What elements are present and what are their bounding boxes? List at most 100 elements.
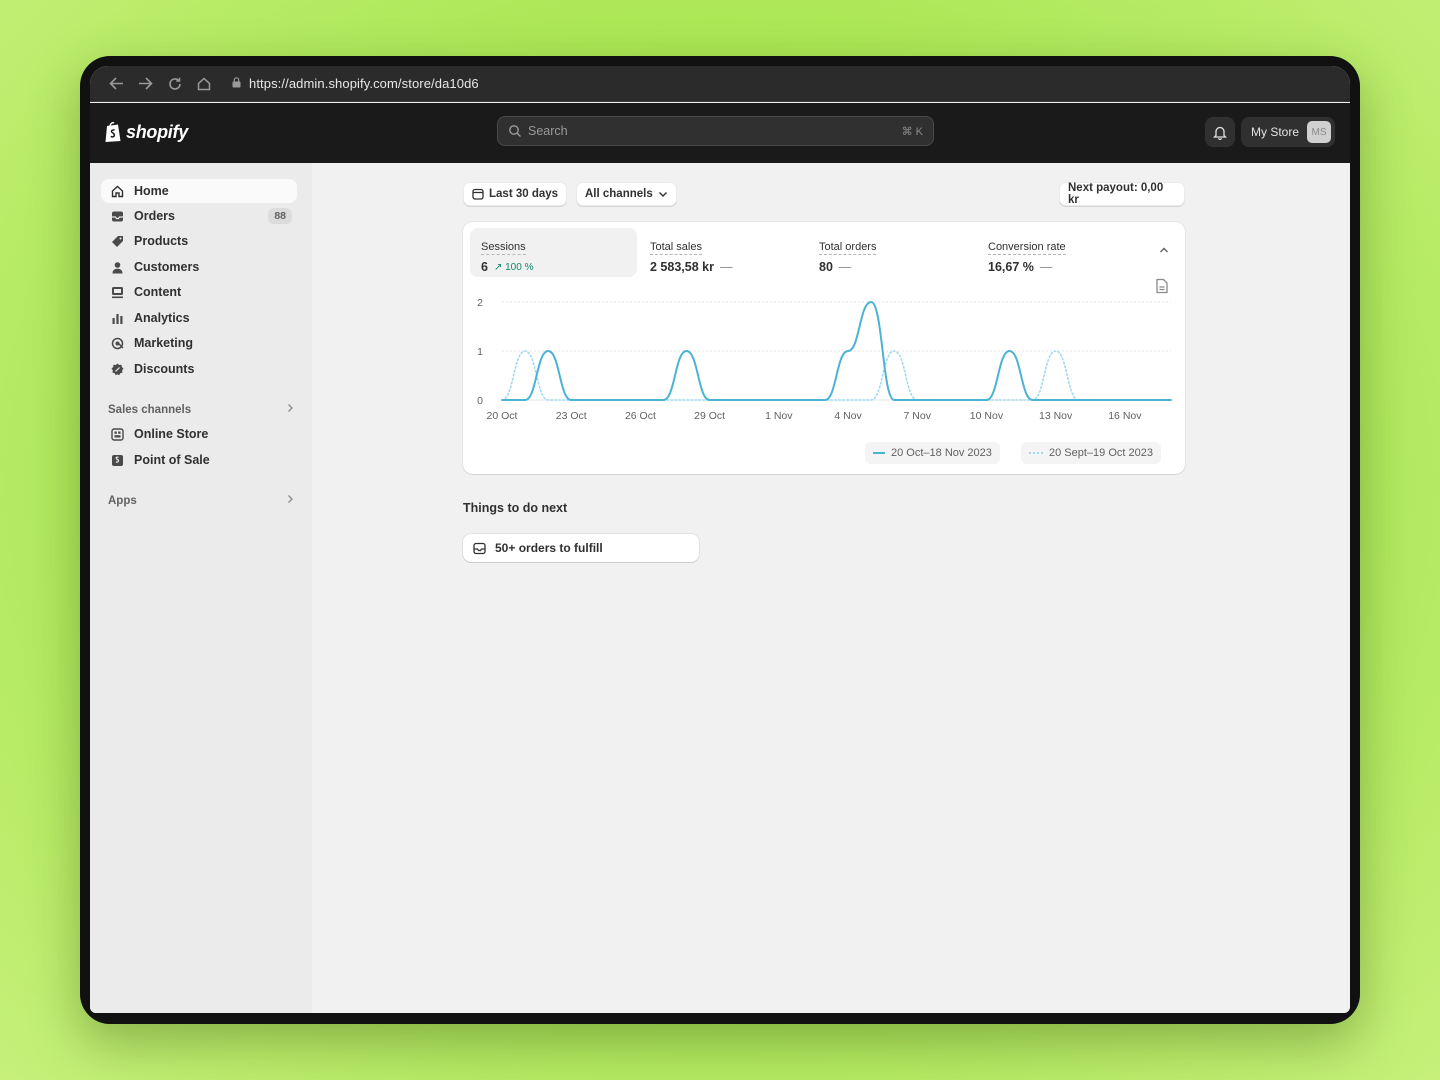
- search-placeholder: Search: [528, 124, 568, 138]
- admin-topbar: shopify Search ⌘ K My Store MS: [90, 103, 1350, 163]
- chevron-down-icon: [658, 191, 667, 197]
- date-range-button[interactable]: Last 30 days: [463, 182, 568, 206]
- sidebar-item-online-store[interactable]: Online Store: [101, 422, 297, 446]
- pos-icon: [110, 453, 124, 467]
- sidebar-item-label: Point of Sale: [134, 453, 210, 467]
- sidebar-item-analytics[interactable]: Analytics: [101, 306, 297, 330]
- person-icon: [110, 260, 124, 274]
- next-payout-button[interactable]: Next payout: 0,00 kr: [1059, 182, 1185, 206]
- metric-value: 16,67 %: [988, 260, 1034, 274]
- x-tick-label: 7 Nov: [904, 410, 932, 422]
- y-tick-label: 2: [477, 297, 483, 309]
- home-icon: [110, 184, 124, 198]
- metric-label: Sessions: [481, 241, 526, 255]
- sales-channels-header[interactable]: Sales channels: [108, 403, 294, 416]
- sidebar-item-label: Content: [134, 285, 182, 299]
- x-tick-label: 16 Nov: [1108, 410, 1142, 422]
- metric-value: 2 583,58 kr: [650, 260, 714, 274]
- sidebar-item-marketing[interactable]: Marketing: [101, 331, 297, 355]
- metric-trend: —: [838, 260, 852, 274]
- forward-icon[interactable]: [131, 72, 160, 96]
- fulfill-orders-task[interactable]: 50+ orders to fulfill: [463, 534, 699, 562]
- sidebar-item-label: Marketing: [134, 336, 194, 350]
- sidebar-item-discounts[interactable]: Discounts: [101, 357, 297, 381]
- content-icon: [110, 285, 124, 299]
- chevron-right-icon: [287, 403, 294, 416]
- shopify-logo[interactable]: shopify: [104, 121, 188, 143]
- notifications-button[interactable]: [1205, 117, 1235, 147]
- legend-previous-period[interactable]: 20 Sept–19 Oct 2023: [1021, 442, 1161, 464]
- metric-value: 6: [481, 260, 488, 274]
- sidebar-item-label: Discounts: [134, 362, 195, 376]
- avatar: MS: [1307, 121, 1332, 143]
- x-tick-label: 23 Oct: [556, 410, 587, 422]
- sidebar-item-orders[interactable]: Orders 88: [101, 204, 297, 228]
- chevron-right-icon: [287, 494, 294, 507]
- metric-sessions[interactable]: Sessions 6 ↗ 100 %: [470, 228, 637, 277]
- metric-trend: ↗ 100 %: [493, 261, 534, 273]
- sidebar-item-home[interactable]: Home: [101, 179, 297, 203]
- store-icon: [110, 427, 124, 441]
- sidebar-item-point-of-sale[interactable]: Point of Sale: [101, 448, 297, 472]
- x-tick-label: 26 Oct: [625, 410, 656, 422]
- calendar-icon: [472, 188, 484, 200]
- sidebar-item-label: Orders: [134, 209, 175, 223]
- channels-label: All channels: [585, 188, 653, 200]
- x-tick-label: 1 Nov: [765, 410, 793, 422]
- y-tick-label: 0: [477, 395, 483, 407]
- sidebar-item-label: Online Store: [134, 427, 209, 441]
- url-text: https://admin.shopify.com/store/da10d6: [249, 76, 479, 91]
- metric-value: 80: [819, 260, 833, 274]
- search-icon: [509, 125, 521, 137]
- x-tick-label: 4 Nov: [834, 410, 862, 422]
- metric-trend: —: [1039, 260, 1053, 274]
- sidebar-item-content[interactable]: Content: [101, 280, 297, 304]
- legend-dotted-line: [1029, 452, 1043, 454]
- device-frame: https://admin.shopify.com/store/da10d6 s…: [80, 56, 1360, 1024]
- inbox-icon: [110, 209, 124, 223]
- date-range-label: Last 30 days: [489, 188, 559, 200]
- x-tick-label: 13 Nov: [1039, 410, 1073, 422]
- shopify-bag-icon: [105, 122, 121, 142]
- apps-label: Apps: [108, 494, 137, 507]
- search-input[interactable]: Search ⌘ K: [497, 116, 934, 146]
- store-name: My Store: [1251, 125, 1300, 139]
- sales-channels-label: Sales channels: [108, 403, 192, 416]
- metrics-card: Sessions 6 ↗ 100 % Total sales 2 583,58 k…: [463, 222, 1185, 474]
- metric-total-sales[interactable]: Total sales 2 583,58 kr —: [639, 228, 806, 277]
- bar-chart-icon: [110, 311, 124, 325]
- sidebar-item-customers[interactable]: Customers: [101, 255, 297, 279]
- x-tick-label: 29 Oct: [694, 410, 725, 422]
- metric-trend: —: [719, 260, 733, 274]
- inbox-icon: [473, 542, 486, 554]
- metric-label: Conversion rate: [988, 241, 1066, 255]
- discount-icon: [110, 362, 124, 376]
- metric-label: Total orders: [819, 241, 877, 255]
- store-menu-button[interactable]: My Store MS: [1241, 117, 1336, 147]
- sessions-chart: 0 1 2 20 Oct 23 Oct 26 Oct 29 Oct 1 Nov 4 Nov 7 N…: [477, 297, 1172, 422]
- back-icon[interactable]: [102, 72, 131, 96]
- legend-label: 20 Oct–18 Nov 2023: [891, 447, 992, 459]
- reload-icon[interactable]: [160, 72, 189, 96]
- apps-header[interactable]: Apps: [108, 494, 294, 507]
- legend-current-period[interactable]: 20 Oct–18 Nov 2023: [865, 442, 1000, 464]
- metric-total-orders[interactable]: Total orders 80 —: [808, 228, 975, 277]
- sidebar-item-label: Products: [134, 234, 189, 248]
- metric-conversion-rate[interactable]: Conversion rate 16,67 % —: [977, 228, 1144, 277]
- browser-toolbar: https://admin.shopify.com/store/da10d6: [90, 66, 1350, 102]
- metric-label: Total sales: [650, 241, 702, 255]
- sidebar-item-label: Home: [134, 184, 169, 198]
- bell-icon: [1213, 126, 1227, 140]
- tag-icon: [110, 234, 124, 248]
- sidebar-item-products[interactable]: Products: [101, 229, 297, 253]
- home-icon[interactable]: [189, 72, 218, 96]
- channels-dropdown[interactable]: All channels: [576, 182, 677, 206]
- address-bar[interactable]: https://admin.shopify.com/store/da10d6: [232, 76, 479, 91]
- target-icon: [110, 336, 124, 350]
- y-tick-label: 1: [477, 346, 483, 358]
- chevron-up-icon[interactable]: [1158, 244, 1170, 256]
- screen: https://admin.shopify.com/store/da10d6 s…: [90, 66, 1350, 1013]
- search-shortcut: ⌘ K: [901, 125, 923, 138]
- orders-count-badge: 88: [268, 208, 292, 224]
- sidebar-item-label: Analytics: [134, 311, 190, 325]
